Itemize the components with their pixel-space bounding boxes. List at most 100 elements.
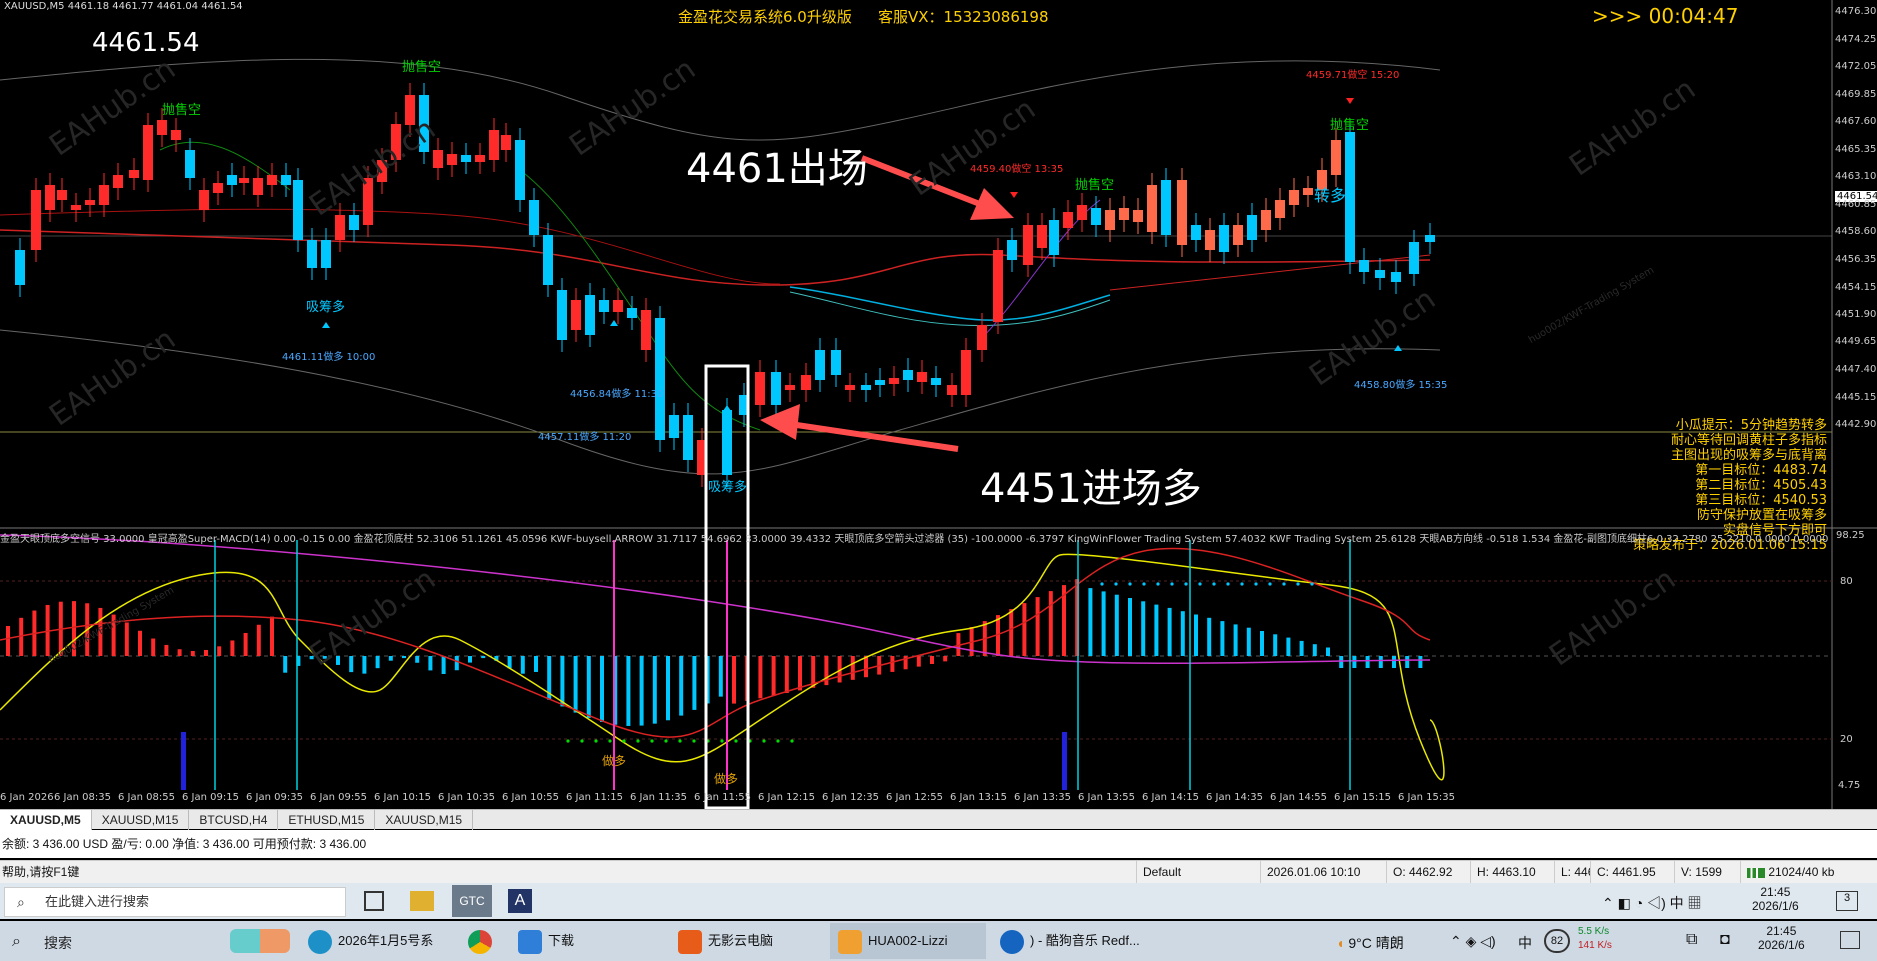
chrome-icon[interactable] [468,930,492,954]
chart-canvas[interactable] [0,0,1877,809]
time-axis-label: 6 Jan 09:55 [310,792,367,803]
candle-body [293,180,303,240]
buy-signal-label: 吸筹多 [708,480,748,495]
file-explorer-icon[interactable] [410,891,434,911]
taskbar-app-edge[interactable]: 2026年1月5号系统... [300,923,450,959]
tab-xauusd-m15[interactable]: XAUUSD,M15 [92,810,190,830]
tab-xauusd-m5[interactable]: XAUUSD,M5 [0,810,92,830]
histogram-bar [732,656,736,704]
info-line: 第一目标位：4483.74 [1695,463,1827,478]
time-axis-label: 6 Jan 14:15 [1142,792,1199,803]
notification-icon[interactable]: 3 [1836,891,1858,911]
lower-band-line [0,329,1441,475]
price-axis-label: 4463.10 [1835,171,1877,182]
candle-body [722,410,732,475]
histogram-bar [1101,591,1106,656]
candle-body [771,372,781,405]
taskbar-app-downloads[interactable]: 下载 [510,923,660,959]
histogram-bar [600,656,604,722]
candle-body [143,125,153,180]
candle-body [755,372,765,405]
time-axis-label: 6 Jan 10:55 [502,792,559,803]
price-axis-label: 4442.90 [1835,419,1877,430]
candle-body [1191,225,1201,240]
account-summary: 余额: 3 436.00 USD 盈/亏: 0.00 净值: 3 436.00 … [0,830,1877,858]
camera-icon[interactable]: ◘ [1720,931,1730,949]
profile-name[interactable]: Default [1136,861,1260,883]
candle-body [889,378,899,384]
trading-terminal-window: XAUUSD,M5 4461.18 4461.77 4461.04 4461.5… [0,0,1877,961]
connection-traffic[interactable]: 21024/40 kb [1740,861,1877,883]
price-axis-label: 4472.05 [1835,61,1877,72]
clock-bottom[interactable]: 21:45 2026/1/6 [1758,924,1805,952]
histogram-bar [6,626,10,656]
remote-taskbar: ⌕ 在此键入进行搜索 GTC A ⌃ ◧ ◔ ◁) 中 ▦ 21:45 2026… [0,883,1877,919]
candle-body [875,380,885,385]
symbol-info-line: XAUUSD,M5 4461.18 4461.77 4461.04 4461.5… [4,1,243,12]
histogram-bar [1405,656,1410,668]
candle-body [1049,220,1059,255]
tray-icons[interactable]: ⌃ ◧ ◔ ◁) 中 ▦ [1602,893,1702,913]
candle-body [15,250,25,285]
time-axis-label: 6 Jan 13:35 [1014,792,1071,803]
weather-widget[interactable]: ◖ 9°C 晴朗 [1336,933,1404,953]
indicator-axis-label: 80 [1840,576,1853,587]
histogram-bar [758,656,763,699]
taskbar-app-hua002[interactable]: HUA002-Lizzi [830,923,986,959]
time-axis-label: 6 Jan 13:15 [950,792,1007,803]
candle-body [993,250,1003,322]
time-text: 21:45 [1766,924,1797,938]
ime-indicator[interactable]: 中 [1518,933,1532,953]
candle-body [199,190,209,210]
mt-terminal-icon[interactable]: GTC [452,885,492,917]
system-title: 金盈花交易系统6.0升级版 [678,8,852,26]
weather-icon: ◖ [1336,935,1345,951]
histogram-bar [415,656,420,663]
bar-open: O: 4462.92 [1386,861,1470,883]
info-line: 耐心等待回调黄柱子多指标 [1670,433,1827,448]
candle-body [1077,205,1087,220]
current-price-big: 4461.54 [92,28,200,58]
candle-body [1359,260,1369,272]
tab-xauusd-m15-2[interactable]: XAUUSD,M15 [375,810,474,830]
histogram-bar [798,656,802,691]
candle-body [641,310,651,350]
notification-icon[interactable] [1840,931,1860,949]
candle-body [1147,185,1157,232]
histogram-bar [481,656,486,659]
candle-body [321,240,331,268]
weather-text: 9°C 晴朗 [1348,935,1404,951]
candle-body [349,215,359,230]
taskbar-app-cloud-pc[interactable]: 无影云电脑 [670,923,820,959]
search-placeholder: 在此键入进行搜索 [45,894,150,909]
tab-ethusd-m15[interactable]: ETHUSD,M15 [278,810,376,830]
time-axis-label: 6 Jan 10:15 [374,792,431,803]
taskbar-search-field[interactable]: ⌕ 在此键入进行搜索 [4,887,346,917]
search-highlight-icon[interactable] [230,929,290,953]
candle-body [613,300,623,312]
task-view-icon[interactable] [364,891,384,911]
tray-icons[interactable]: ⌃ ◈ ◁) [1450,933,1496,950]
histogram-bar [1022,603,1027,656]
histogram-bar [1352,656,1357,668]
trade-label: 4461.11做多 10:00 [282,352,376,363]
candle-body [1247,215,1257,240]
app-label: 无影云电脑 [708,933,774,948]
cyan-dot-row [1100,582,1314,586]
time-axis-label: 6 Jan 15:15 [1334,792,1391,803]
clock-top[interactable]: 21:45 2026/1/6 [1752,885,1799,913]
search-icon[interactable]: ⌕ [12,933,21,951]
net-up: 5.5 K/s [1578,926,1610,937]
app-a-icon[interactable]: A [508,889,532,913]
tab-btcusd-h4[interactable]: BTCUSD,H4 [189,810,279,830]
taskbar-app-kugou[interactable]: ) - 酷狗音乐 Redf... [992,923,1142,959]
time-axis-label: 6 Jan 09:35 [246,792,303,803]
candle-body [57,190,67,200]
candle-body [489,130,499,160]
taskbar-search-label[interactable]: 搜索 [44,933,72,953]
screenshot-icon[interactable]: ⧉ [1686,931,1697,949]
battery-indicator[interactable]: 82 [1544,929,1570,953]
histogram-bar [943,656,948,662]
price-axis[interactable]: 4476.30 4474.25 4472.05 4469.85 4467.60 4465.… [1833,0,1877,528]
histogram-bar [1141,601,1146,656]
